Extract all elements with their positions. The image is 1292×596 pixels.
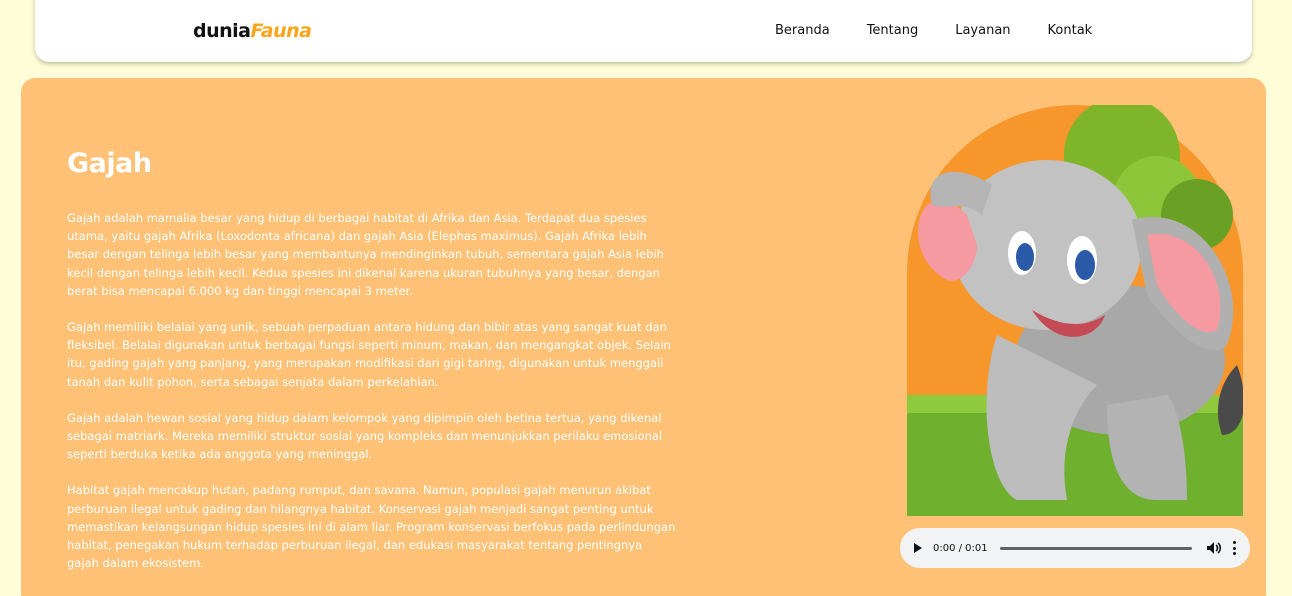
play-icon[interactable] — [914, 543, 922, 553]
nav-links: Beranda Tentang Layanan Kontak — [775, 23, 1129, 38]
article-paragraph: Gajah adalah mamalia besar yang hidup di… — [67, 211, 664, 298]
article-body: Gajah adalah mamalia besar yang hidup di… — [67, 209, 677, 590]
more-vert-icon[interactable] — [1232, 541, 1236, 555]
article-paragraph: Gajah memiliki belalai yang unik, sebuah… — [67, 320, 671, 389]
audio-progress-track[interactable] — [999, 546, 1192, 550]
content-card: Gajah Gajah adalah mamalia besar yang hi… — [21, 78, 1266, 596]
audio-time: 0:00 / 0:01 — [933, 542, 988, 554]
nav-link-layanan[interactable]: Layanan — [955, 23, 1010, 38]
navbar: duniaFauna Beranda Tentang Layanan Konta… — [35, 0, 1252, 62]
article-title: Gajah — [67, 148, 152, 179]
nav-link-kontak[interactable]: Kontak — [1048, 23, 1093, 38]
elephant-illustration — [907, 105, 1243, 516]
nav-link-tentang[interactable]: Tentang — [867, 23, 919, 38]
brand-part1: dunia — [193, 20, 251, 42]
article-paragraph: Gajah adalah hewan sosial yang hidup dal… — [67, 410, 663, 462]
brand-part2: Fauna — [250, 20, 313, 42]
volume-icon[interactable] — [1206, 541, 1222, 555]
nav-link-beranda[interactable]: Beranda — [775, 23, 830, 38]
brand-logo[interactable]: duniaFauna — [193, 20, 312, 42]
audio-player[interactable]: 0:00 / 0:01 — [900, 528, 1250, 568]
article-paragraph: Habitat gajah mencakup hutan, padang rum… — [67, 483, 676, 571]
